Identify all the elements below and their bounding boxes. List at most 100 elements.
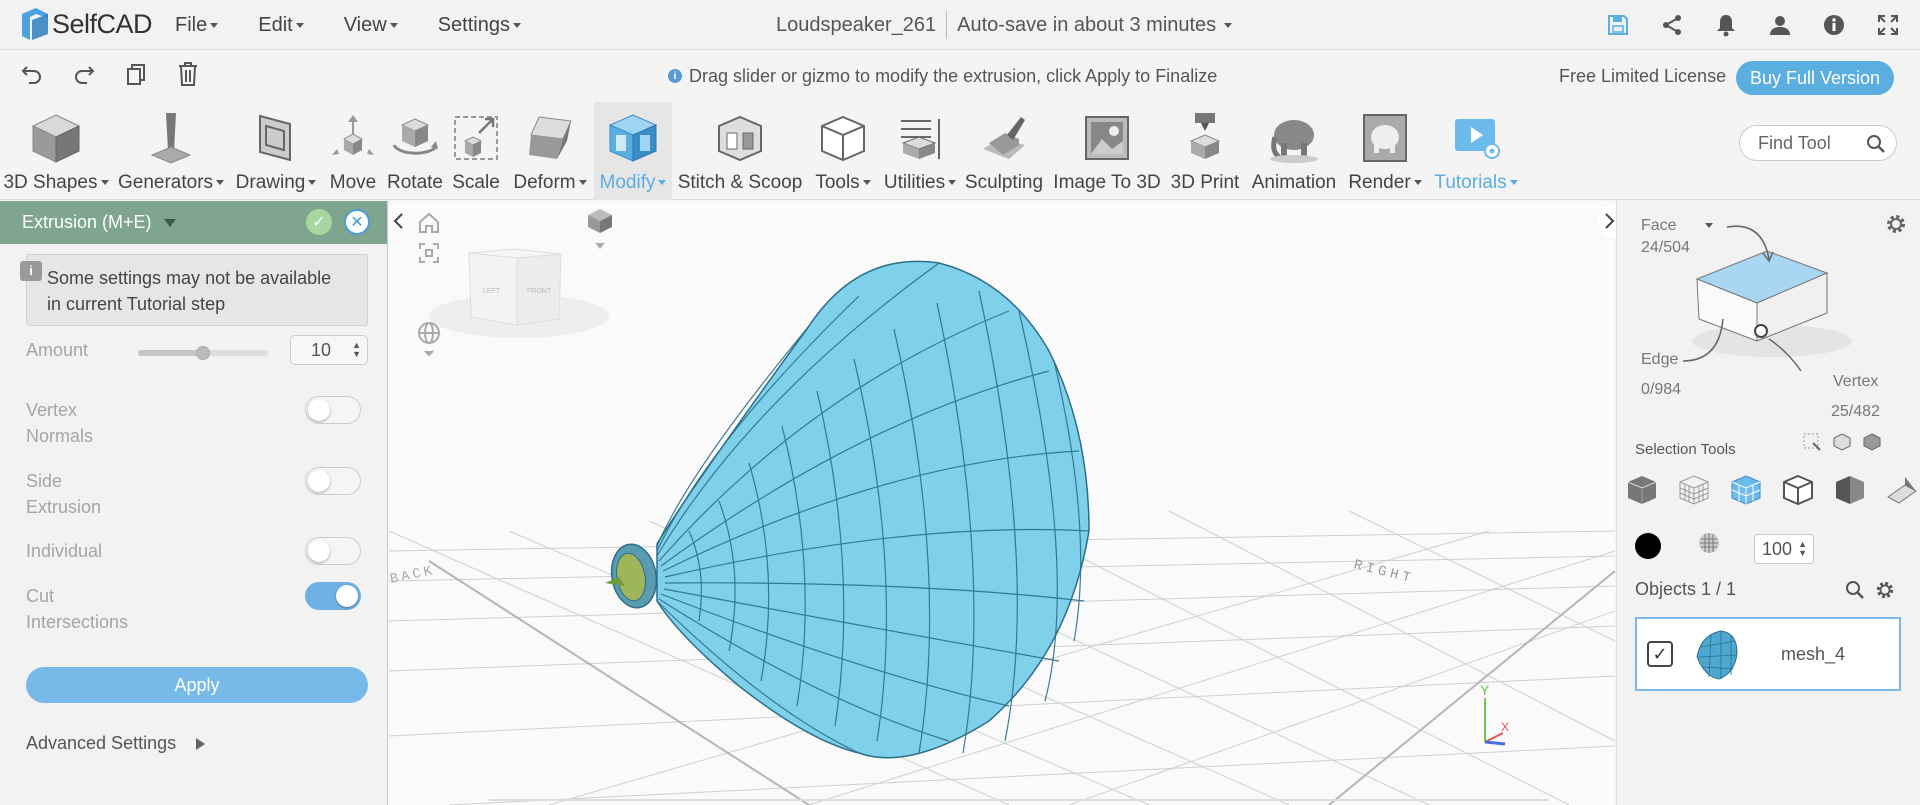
amount-slider-handle[interactable] xyxy=(196,346,210,360)
autosave-caret-icon[interactable] xyxy=(1224,22,1233,28)
selfcad-logo[interactable]: SelfCAD xyxy=(18,4,153,44)
tool-3d-print[interactable]: 3D Print xyxy=(1168,102,1242,200)
tool-tutorials[interactable]: Tutorials xyxy=(1424,102,1528,200)
fullscreen-icon[interactable] xyxy=(1874,11,1902,39)
select-outline-icon[interactable] xyxy=(1779,471,1817,509)
menu-edit[interactable]: Edit xyxy=(258,14,304,37)
amount-input[interactable]: 10 ▲ ▼ xyxy=(290,335,368,365)
mesh-cone[interactable] xyxy=(605,260,1090,759)
tool-drawing[interactable]: Drawing xyxy=(230,102,322,200)
object-list-item[interactable]: ✓ mesh_4 xyxy=(1635,617,1901,691)
texture-icon[interactable] xyxy=(1697,531,1721,560)
redo-icon[interactable] xyxy=(70,60,98,88)
home-icon[interactable] xyxy=(417,211,441,240)
menu-file[interactable]: File xyxy=(175,14,219,37)
apply-button[interactable]: Apply xyxy=(26,667,368,703)
tool-stitch-scoop[interactable]: Stitch & Scoop xyxy=(672,102,808,200)
select-half-icon[interactable] xyxy=(1831,471,1869,509)
select-solid-icon[interactable] xyxy=(1623,471,1661,509)
tool-deform[interactable]: Deform xyxy=(506,102,594,200)
tool-render[interactable]: Render xyxy=(1346,102,1424,200)
vertex-label[interactable]: Vertex xyxy=(1833,373,1878,391)
tool-3d-shapes[interactable]: 3D Shapes xyxy=(0,102,112,200)
tool-modify[interactable]: Modify xyxy=(594,102,672,200)
delete-icon[interactable] xyxy=(174,60,202,88)
tool-scale[interactable]: Scale xyxy=(446,102,506,200)
info-icon[interactable] xyxy=(1820,11,1848,39)
copy-icon[interactable] xyxy=(122,60,150,88)
buy-full-version-button[interactable]: Buy Full Version xyxy=(1736,61,1894,95)
user-icon[interactable] xyxy=(1766,11,1794,39)
tool-tools[interactable]: Tools xyxy=(808,102,878,200)
color-swatch[interactable] xyxy=(1635,532,1661,559)
autosave-status[interactable]: Auto-save in about 3 minutes xyxy=(957,14,1216,37)
deform-icon xyxy=(529,116,572,159)
vertex-normals-toggle[interactable] xyxy=(305,396,361,424)
cut-intersections-toggle[interactable] xyxy=(305,582,361,610)
top-icons xyxy=(1604,0,1902,50)
spinner-icon[interactable]: ▲ ▼ xyxy=(1798,540,1807,558)
logo-text: SelfCAD xyxy=(52,8,153,39)
advanced-settings[interactable]: Advanced Settings xyxy=(26,733,206,754)
action-bar: i Drag slider or gizmo to modify the ext… xyxy=(0,50,1920,102)
camera-perspective-icon[interactable] xyxy=(585,207,615,256)
cube-icon xyxy=(31,114,81,163)
edge-label[interactable]: Edge xyxy=(1641,351,1678,369)
caret-icon xyxy=(216,180,225,186)
tool-image-to-3d[interactable]: Image To 3D xyxy=(1046,102,1168,200)
tool-label: Deform xyxy=(513,172,576,193)
select-faces-icon[interactable] xyxy=(1727,471,1765,509)
undo-icon[interactable] xyxy=(18,60,46,88)
select-object-icon[interactable] xyxy=(1863,433,1881,456)
collapse-left-panel-icon[interactable] xyxy=(389,201,409,241)
search-objects-icon[interactable] xyxy=(1845,580,1865,605)
tool-utilities[interactable]: Utilities xyxy=(878,102,962,200)
select-cube-icon[interactable] xyxy=(1833,433,1851,456)
search-icon[interactable] xyxy=(1866,134,1886,154)
menu-view[interactable]: View xyxy=(344,14,398,37)
side-extrusion-toggle[interactable] xyxy=(305,467,361,495)
tool-move[interactable]: Move xyxy=(322,102,384,200)
tool-sculpting[interactable]: Sculpting xyxy=(962,102,1046,200)
spinner-icon[interactable]: ▲ ▼ xyxy=(352,341,361,359)
amount-slider[interactable] xyxy=(138,346,268,360)
caret-icon xyxy=(295,22,304,28)
drawing-icon xyxy=(259,114,291,162)
tool-label: 3D Print xyxy=(1170,172,1240,193)
tool-animation[interactable]: Animation xyxy=(1242,102,1346,200)
right-panel: Face 24/504 Edge 0/984 Vertex 25/482 Sel… xyxy=(1616,201,1920,805)
tool-label: Tools xyxy=(815,172,860,193)
move-icon xyxy=(332,115,374,155)
zoom-fit-icon[interactable] xyxy=(417,241,441,270)
opacity-input[interactable]: 100 ▲ ▼ xyxy=(1754,534,1814,564)
selection-mode-cube[interactable] xyxy=(1677,211,1857,381)
orbit-icon[interactable] xyxy=(417,321,441,362)
objects-count: Objects 1 / 1 xyxy=(1635,579,1737,599)
edge-count: 0/984 xyxy=(1641,381,1682,398)
menu-bar: SelfCAD File Edit View Settings Loudspea… xyxy=(0,0,1920,50)
tool-rotate[interactable]: Rotate xyxy=(384,102,446,200)
menu-settings[interactable]: Settings xyxy=(438,14,521,37)
document-title[interactable]: Loudspeaker_261 xyxy=(776,14,936,37)
select-box-icon[interactable] xyxy=(1803,433,1821,456)
bell-icon[interactable] xyxy=(1712,11,1740,39)
3d-viewport[interactable]: BACK RIGHT LEFT FRONT Y X xyxy=(389,201,1615,805)
select-plane-icon[interactable] xyxy=(1883,471,1920,509)
share-icon[interactable] xyxy=(1658,11,1686,39)
tool-label: Render xyxy=(1348,172,1411,193)
find-tool-input[interactable]: Find Tool xyxy=(1739,125,1897,161)
cube-left-label: LEFT xyxy=(483,288,501,295)
amount-slider-fill xyxy=(138,350,203,356)
view-cube[interactable]: LEFT FRONT xyxy=(429,248,609,338)
confirm-check-icon[interactable]: ✓ xyxy=(306,209,332,235)
save-icon[interactable] xyxy=(1604,11,1632,39)
objects-settings-icon[interactable] xyxy=(1875,580,1895,605)
gear-icon[interactable] xyxy=(1885,213,1907,240)
close-icon[interactable]: ✕ xyxy=(344,209,370,235)
tool-generators[interactable]: Generators xyxy=(112,102,230,200)
panel-dropdown-icon[interactable] xyxy=(163,218,176,227)
individual-toggle[interactable] xyxy=(305,537,361,565)
caret-icon xyxy=(100,180,109,186)
object-visibility-checkbox[interactable]: ✓ xyxy=(1647,641,1673,667)
select-wireframe-icon[interactable] xyxy=(1675,471,1713,509)
